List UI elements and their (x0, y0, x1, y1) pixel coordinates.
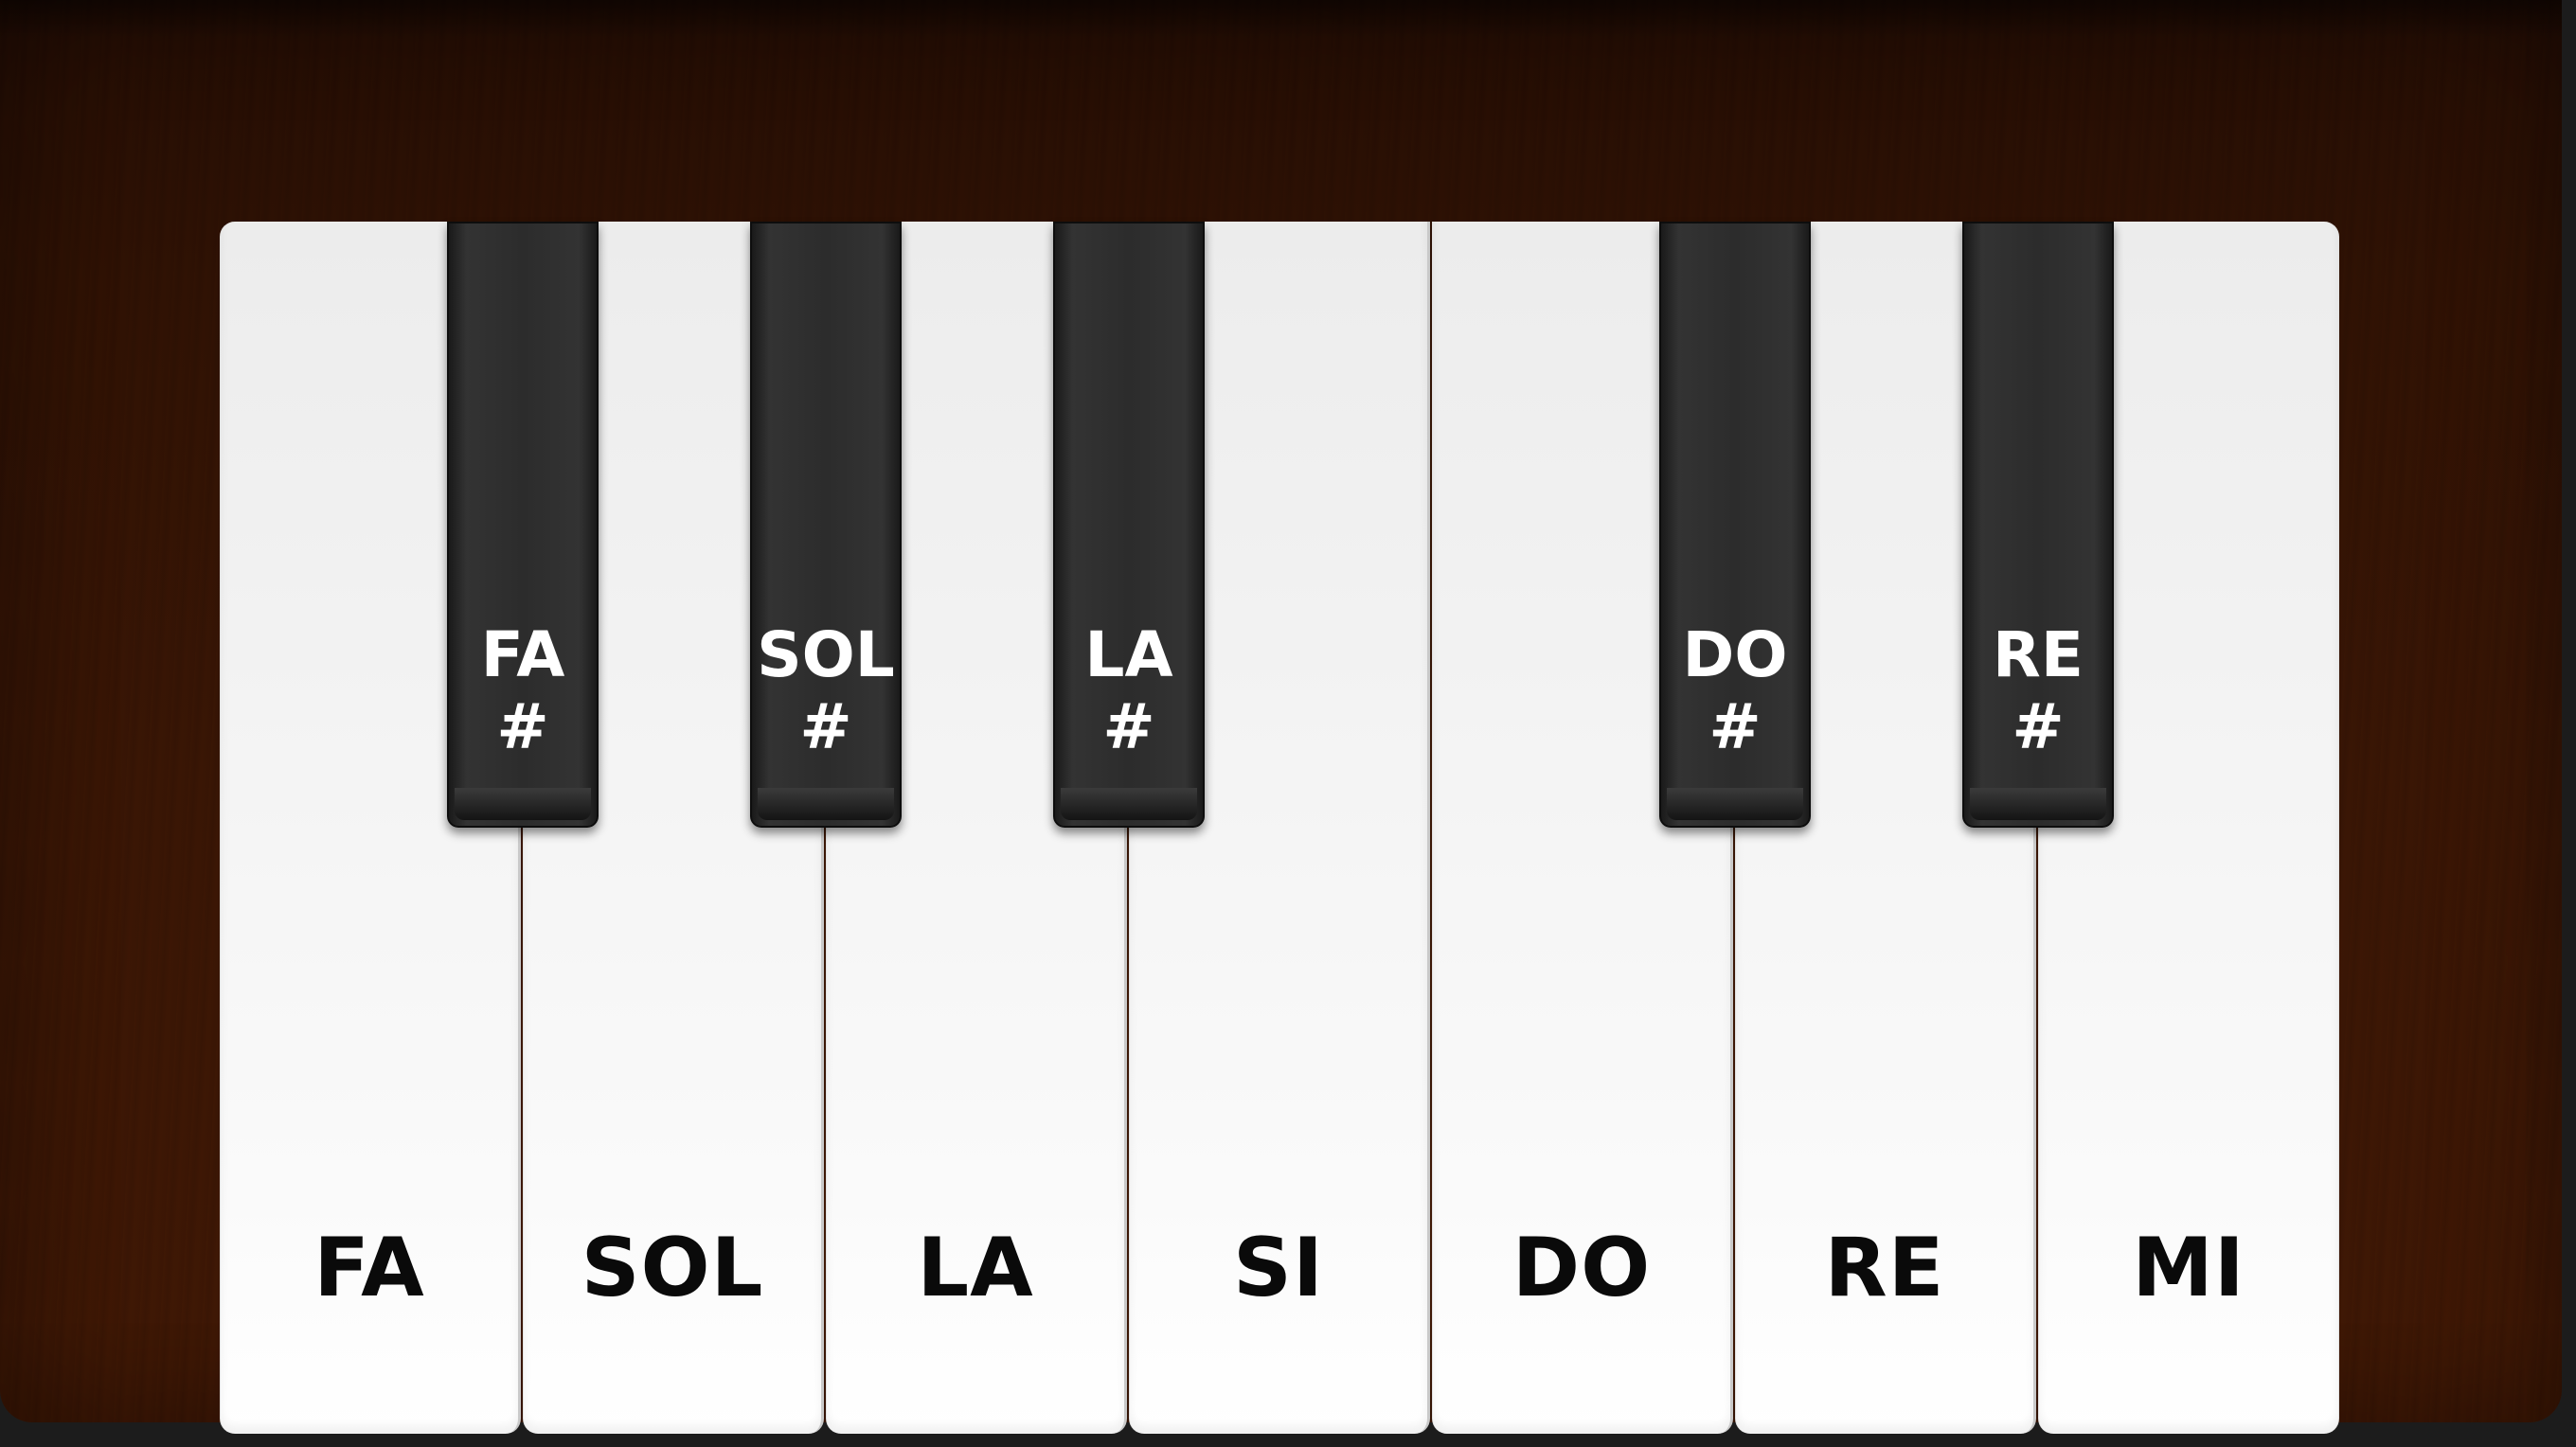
key-label: DO # (1682, 618, 1788, 763)
black-key-do-sharp[interactable]: DO # (1659, 222, 1811, 828)
key-label: LA # (1084, 618, 1173, 763)
key-label: RE # (1993, 618, 2084, 763)
key-label: FA (313, 1221, 425, 1315)
key-label: FA # (480, 618, 565, 763)
key-label: RE (1824, 1221, 1945, 1315)
black-key-sol-sharp[interactable]: SOL # (750, 222, 902, 828)
key-label: SOL (581, 1221, 764, 1315)
black-key-la-sharp[interactable]: LA # (1053, 222, 1205, 828)
black-key-re-sharp[interactable]: RE # (1962, 222, 2114, 828)
key-label: DO (1512, 1221, 1652, 1315)
key-label: LA (917, 1221, 1034, 1315)
black-key-fa-sharp[interactable]: FA # (447, 222, 599, 828)
piano-keyboard: FA SOL LA SI DO RE MI FA # SOL # LA # DO… (220, 222, 2341, 1434)
key-label: SOL # (757, 618, 895, 763)
key-label: MI (2132, 1221, 2245, 1315)
key-label: SI (1233, 1221, 1324, 1315)
